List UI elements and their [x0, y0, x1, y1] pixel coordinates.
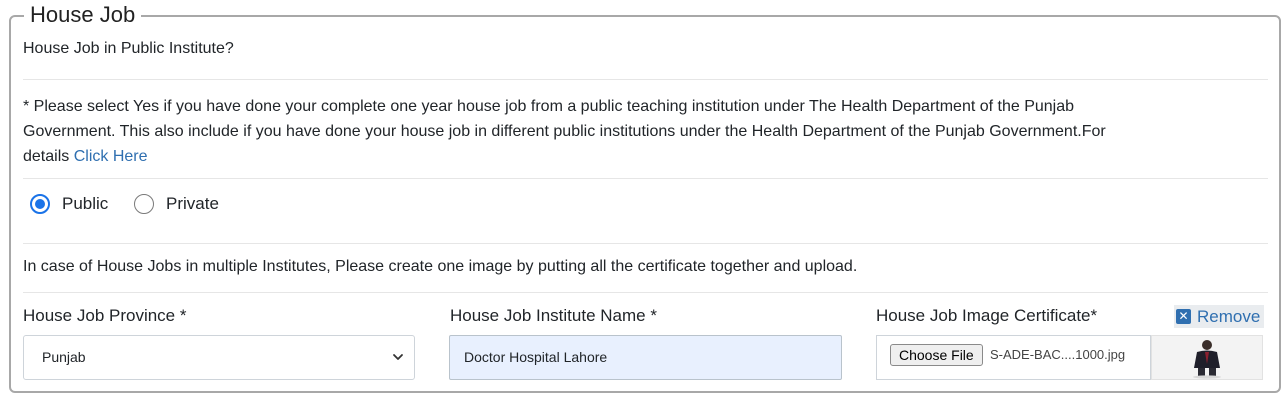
province-select[interactable]: Punjab	[23, 335, 415, 380]
public-institute-question: House Job in Public Institute?	[23, 40, 234, 57]
divider	[23, 243, 1268, 244]
chevron-down-icon	[393, 354, 403, 360]
choose-file-button[interactable]: Choose File	[890, 344, 983, 366]
divider	[23, 79, 1268, 80]
close-icon: ✕	[1176, 309, 1191, 324]
certificate-thumbnail	[1151, 335, 1263, 380]
info-note-line-1: * Please select Yes if you have done you…	[23, 98, 1075, 115]
institute-label: House Job Institute Name *	[450, 306, 657, 325]
radio-private[interactable]	[134, 194, 154, 214]
province-selected-value: Punjab	[42, 349, 86, 365]
info-note-prefix: details	[23, 148, 74, 165]
institute-name-value: Doctor Hospital Lahore	[464, 349, 608, 365]
divider	[23, 292, 1268, 293]
radio-private-option[interactable]: Private	[134, 194, 219, 214]
selected-filename: S-ADE-BAC....1000.jpg	[990, 347, 1126, 362]
remove-button[interactable]: ✕ Remove	[1174, 305, 1265, 328]
multiple-institutes-instruction: In case of House Jobs in multiple Instit…	[23, 258, 858, 275]
radio-private-label: Private	[166, 194, 219, 213]
info-note-line-3: details Click Here	[23, 144, 1106, 169]
info-note: * Please select Yes if you have done you…	[23, 94, 1106, 169]
section-legend: House Job	[24, 2, 142, 28]
remove-label: Remove	[1197, 306, 1261, 326]
province-label: House Job Province *	[23, 306, 187, 325]
divider	[23, 178, 1268, 179]
certificate-file-input[interactable]: Choose File S-ADE-BAC....1000.jpg	[876, 335, 1151, 380]
radio-public[interactable]	[30, 194, 50, 214]
certificate-label: House Job Image Certificate*	[876, 306, 1098, 325]
person-thumbnail-icon	[1152, 336, 1262, 379]
info-note-line-2: Government. This also include if you hav…	[23, 123, 1106, 140]
radio-public-option[interactable]: Public	[30, 194, 108, 214]
click-here-link[interactable]: Click Here	[74, 148, 148, 165]
institute-name-input[interactable]: Doctor Hospital Lahore	[449, 335, 842, 380]
radio-public-label: Public	[62, 194, 109, 213]
